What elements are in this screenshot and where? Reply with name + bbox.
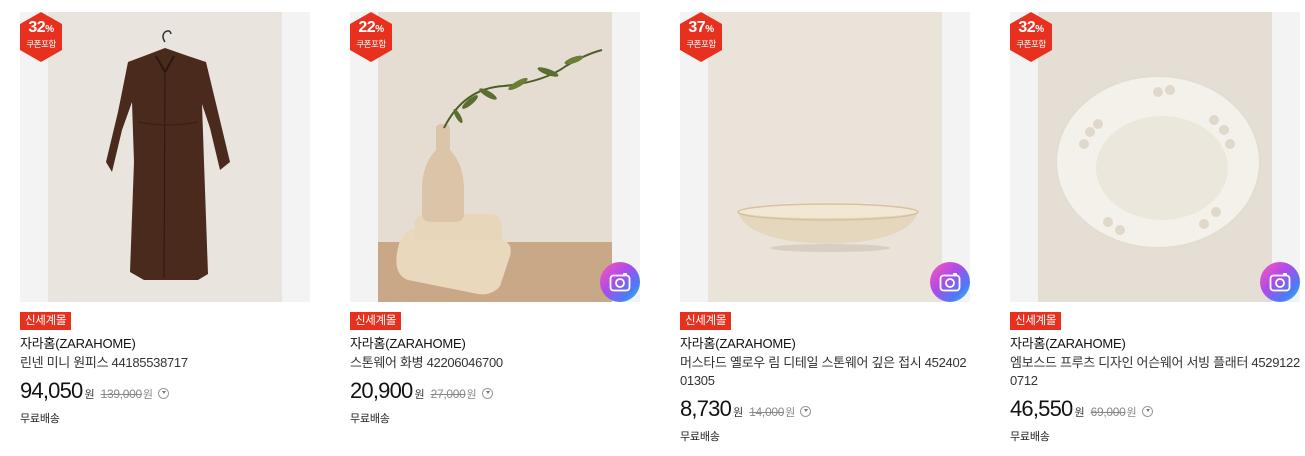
shipping-label: 무료배송	[680, 431, 720, 443]
original-price: 139,000	[100, 387, 143, 401]
camera-search-button[interactable]	[600, 262, 640, 302]
bowl-image	[708, 12, 942, 302]
product-image-link[interactable]: 32% 쿠폰포함	[20, 12, 310, 302]
discount-badge: 22% 쿠폰포함	[350, 12, 392, 62]
vase-image	[378, 12, 612, 302]
discount-percent: 32	[28, 19, 46, 36]
brand-name: 자라홈(ZARAHOME)	[1010, 336, 1126, 351]
discount-unit: %	[45, 24, 54, 35]
shipping-label: 무료배송	[350, 413, 390, 425]
price-info-icon[interactable]	[158, 388, 170, 399]
store-tag: 신세계몰	[20, 312, 72, 330]
discount-badge: 37% 쿠폰포함	[680, 12, 722, 62]
original-currency-unit: 원	[785, 407, 796, 419]
currency-unit: 원	[84, 389, 95, 401]
original-price: 27,000	[430, 387, 466, 401]
price-row: 8,730 원 14,000 원	[680, 396, 970, 422]
coupon-label: 쿠폰포함	[1016, 39, 1046, 49]
camera-search-button[interactable]	[1260, 262, 1300, 302]
coupon-label: 쿠폰포함	[26, 39, 56, 49]
shipping-label: 무료배송	[1010, 431, 1050, 443]
shipping-label: 무료배송	[20, 413, 60, 425]
product-title[interactable]: 엠보스드 프루츠 디자인 어슨웨어 서빙 플래터 4529122 0712	[1010, 354, 1300, 390]
product-image-link[interactable]: 37% 쿠폰포함	[680, 12, 970, 302]
discount-percent: 32	[1018, 19, 1036, 36]
sale-price: 94,050	[20, 378, 83, 403]
camera-search-button[interactable]	[930, 262, 970, 302]
price-info-icon[interactable]	[481, 388, 493, 399]
original-price: 69,000	[1090, 405, 1126, 419]
price-row: 20,900 원 27,000 원	[350, 378, 640, 404]
discount-percent: 37	[688, 19, 706, 36]
original-currency-unit: 원	[1126, 407, 1137, 419]
coupon-label: 쿠폰포함	[686, 39, 716, 49]
camera-icon	[1269, 273, 1291, 292]
product-card[interactable]: 22% 쿠폰포함 신세계몰 자라홈(ZARAHOME) 스톤웨어 화병 4220…	[350, 12, 640, 426]
product-image-link[interactable]: 22% 쿠폰포함	[350, 12, 640, 302]
discount-unit: %	[375, 24, 384, 35]
brand-name: 자라홈(ZARAHOME)	[680, 336, 796, 351]
currency-unit: 원	[414, 389, 425, 401]
product-title[interactable]: 스톤웨어 화병 42206046700	[350, 354, 640, 372]
platter-image	[1038, 12, 1272, 302]
camera-icon	[939, 273, 961, 292]
discount-unit: %	[1035, 24, 1044, 35]
store-tag: 신세계몰	[1010, 312, 1062, 330]
brand-name: 자라홈(ZARAHOME)	[350, 336, 466, 351]
product-card[interactable]: 32% 쿠폰포함 신세계몰 자라홈(ZARAHOME) 린넨 미니 원피스 44…	[20, 12, 310, 426]
currency-unit: 원	[1074, 407, 1085, 419]
original-currency-unit: 원	[142, 389, 154, 401]
original-price: 14,000	[749, 405, 785, 419]
discount-badge: 32% 쿠폰포함	[1010, 12, 1052, 62]
discount-badge: 32% 쿠폰포함	[20, 12, 62, 62]
currency-unit: 원	[733, 407, 744, 419]
sale-price: 8,730	[680, 396, 732, 421]
original-currency-unit: 원	[466, 389, 477, 401]
sale-price: 46,550	[1010, 396, 1073, 421]
product-title[interactable]: 머스타드 옐로우 림 디테일 스톤웨어 깊은 접시 452402 01305	[680, 354, 970, 390]
product-grid: 32% 쿠폰포함 신세계몰 자라홈(ZARAHOME) 린넨 미니 원피스 44…	[20, 12, 1300, 452]
product-image-link[interactable]: 32% 쿠폰포함	[1010, 12, 1300, 302]
product-card[interactable]: 37% 쿠폰포함 신세계몰 자라홈(ZARAHOME) 머스타드 옐로우 림 디…	[680, 12, 970, 444]
price-row: 94,050 원 139,000 원	[20, 378, 310, 404]
coupon-label: 쿠폰포함	[356, 39, 386, 49]
discount-unit: %	[705, 24, 714, 35]
sale-price: 20,900	[350, 378, 413, 403]
camera-icon	[609, 273, 631, 292]
price-row: 46,550 원 69,000 원	[1010, 396, 1300, 422]
discount-percent: 22	[358, 19, 376, 36]
product-title[interactable]: 린넨 미니 원피스 44185538717	[20, 354, 310, 372]
product-card[interactable]: 32% 쿠폰포함 신세계몰 자라홈(ZARAHOME) 엠보스드 프루츠 디자인…	[1010, 12, 1300, 444]
brand-name: 자라홈(ZARAHOME)	[20, 336, 136, 351]
store-tag: 신세계몰	[680, 312, 732, 330]
store-tag: 신세계몰	[350, 312, 402, 330]
price-info-icon[interactable]	[800, 406, 812, 417]
dress-image	[48, 12, 282, 302]
price-info-icon[interactable]	[1141, 406, 1153, 417]
